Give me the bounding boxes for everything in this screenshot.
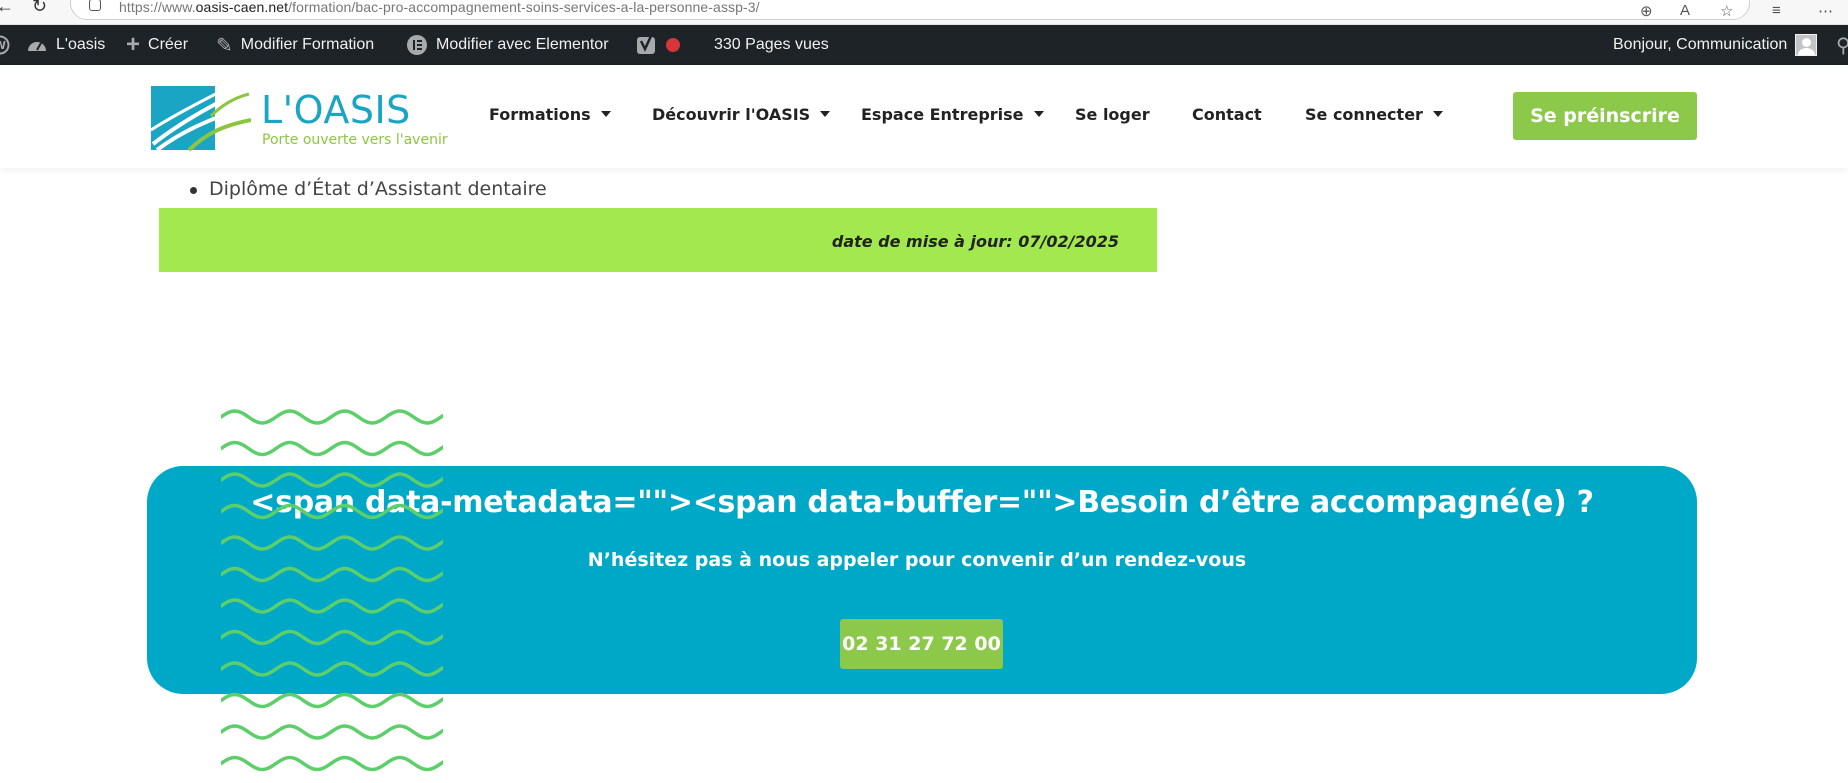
wave-line bbox=[221, 472, 443, 488]
yoast-seo-item[interactable] bbox=[636, 25, 680, 65]
wave-line bbox=[221, 535, 443, 551]
search-icon: ⚲ bbox=[1836, 34, 1848, 57]
avatar bbox=[1795, 34, 1818, 56]
nav-label: Formations bbox=[489, 104, 591, 124]
wave-line bbox=[221, 503, 443, 520]
chevron-down-icon bbox=[820, 111, 831, 117]
nav-label: Découvrir l'OASIS bbox=[652, 104, 811, 124]
elementor-icon bbox=[406, 34, 428, 56]
create-item[interactable]: + Créer bbox=[126, 25, 188, 65]
nav-label: Se loger bbox=[1075, 104, 1150, 124]
nav-item-formations[interactable]: Formations bbox=[489, 99, 611, 129]
nav-label: Espace Entreprise bbox=[861, 104, 1024, 124]
collections-icon[interactable]: ≡ bbox=[1772, 2, 1781, 19]
wordpress-icon: W bbox=[0, 35, 10, 55]
preinscription-button[interactable]: Se préinscrire bbox=[1513, 92, 1697, 140]
update-date-band: date de mise à jour: 07/02/2025 bbox=[159, 208, 1157, 272]
chevron-down-icon bbox=[1432, 111, 1443, 117]
page-views-item[interactable]: 330 Pages vues bbox=[714, 25, 829, 65]
address-bar[interactable]: https://www.oasis-caen.net/formation/bac… bbox=[70, 0, 1750, 20]
nav-item-se-connecter[interactable]: Se connecter bbox=[1305, 99, 1443, 129]
wave-line bbox=[221, 629, 443, 646]
wave-line bbox=[221, 566, 443, 583]
edit-elementor-item[interactable]: Modifier avec Elementor bbox=[406, 25, 609, 65]
chevron-down-icon bbox=[1033, 111, 1044, 117]
plus-icon: + bbox=[126, 31, 141, 58]
wave-line bbox=[221, 409, 443, 425]
wave-line bbox=[221, 724, 443, 740]
wave-line bbox=[221, 692, 443, 709]
pencil-icon: ✎ bbox=[216, 34, 233, 57]
read-aloud-icon[interactable]: A bbox=[1680, 2, 1690, 19]
greeting-label: Bonjour, Communication bbox=[1613, 36, 1788, 53]
edit-formation-item[interactable]: ✎ Modifier Formation bbox=[216, 25, 374, 65]
wp-admin-bar: W L'oasis + Créer ✎ Modifier Formation M… bbox=[0, 25, 1848, 65]
contact-subtitle: N’hésitez pas à nous appeler pour conven… bbox=[587, 549, 1247, 571]
nav-label: Contact bbox=[1192, 104, 1262, 124]
reload-icon[interactable]: ↻ bbox=[32, 0, 47, 17]
site-header: L'OASIS Porte ouverte vers l'avenir Form… bbox=[0, 65, 1848, 168]
wave-line bbox=[221, 661, 443, 677]
back-arrow-icon[interactable]: ← bbox=[0, 0, 14, 17]
logo-mark-icon bbox=[151, 86, 251, 152]
yoast-icon bbox=[636, 34, 658, 56]
nav-label: Se connecter bbox=[1305, 104, 1423, 124]
seo-status-dot bbox=[666, 38, 680, 52]
wave-line bbox=[221, 598, 443, 614]
url-text[interactable]: https://www.oasis-caen.net/formation/bac… bbox=[119, 0, 760, 15]
chevron-down-icon bbox=[600, 111, 611, 117]
site-name-label: L'oasis bbox=[56, 36, 106, 53]
site-logo[interactable]: L'OASIS Porte ouverte vers l'avenir bbox=[151, 84, 461, 154]
wave-line bbox=[221, 755, 443, 772]
edit-formation-label: Modifier Formation bbox=[240, 36, 375, 53]
favorite-star-icon[interactable]: ☆ bbox=[1720, 2, 1733, 20]
wave-line bbox=[221, 440, 443, 457]
browser-toolbar: ← ↻ https://www.oasis-caen.net/formation… bbox=[0, 0, 1848, 25]
create-label: Créer bbox=[148, 36, 189, 53]
logo-tagline: Porte ouverte vers l'avenir bbox=[262, 132, 448, 148]
user-account-item[interactable]: Bonjour, Communication bbox=[1613, 25, 1818, 65]
edit-elementor-label: Modifier avec Elementor bbox=[436, 36, 609, 53]
more-icon[interactable]: ⋯ bbox=[1818, 2, 1833, 20]
decorative-waves-icon bbox=[221, 409, 443, 772]
dashboard-icon bbox=[26, 35, 48, 55]
update-date-text: date de mise à jour: 07/02/2025 bbox=[831, 232, 1119, 251]
svg-text:W: W bbox=[0, 39, 6, 52]
page: ← ↻ https://www.oasis-caen.net/formation… bbox=[0, 0, 1848, 783]
list-item: Diplôme d’État d’Assistant dentaire bbox=[190, 173, 547, 206]
zoom-icon[interactable]: ⊕ bbox=[1640, 2, 1653, 20]
page-views-label: 330 Pages vues bbox=[714, 36, 829, 53]
nav-item-contact[interactable]: Contact bbox=[1192, 99, 1262, 129]
phone-button[interactable]: 02 31 27 72 00 bbox=[840, 619, 1003, 669]
wordpress-logo-item[interactable]: W bbox=[0, 25, 10, 65]
site-info-icon[interactable] bbox=[89, 0, 101, 11]
site-name-item[interactable]: L'oasis bbox=[26, 25, 105, 65]
nav-item-espace-entreprise[interactable]: Espace Entreprise bbox=[861, 99, 1044, 129]
search-item[interactable]: ⚲ bbox=[1836, 25, 1848, 65]
nav-item-decouvrir[interactable]: Découvrir l'OASIS bbox=[652, 99, 831, 129]
logo-title: L'OASIS bbox=[261, 88, 411, 132]
nav-item-se-loger[interactable]: Se loger bbox=[1075, 99, 1150, 129]
